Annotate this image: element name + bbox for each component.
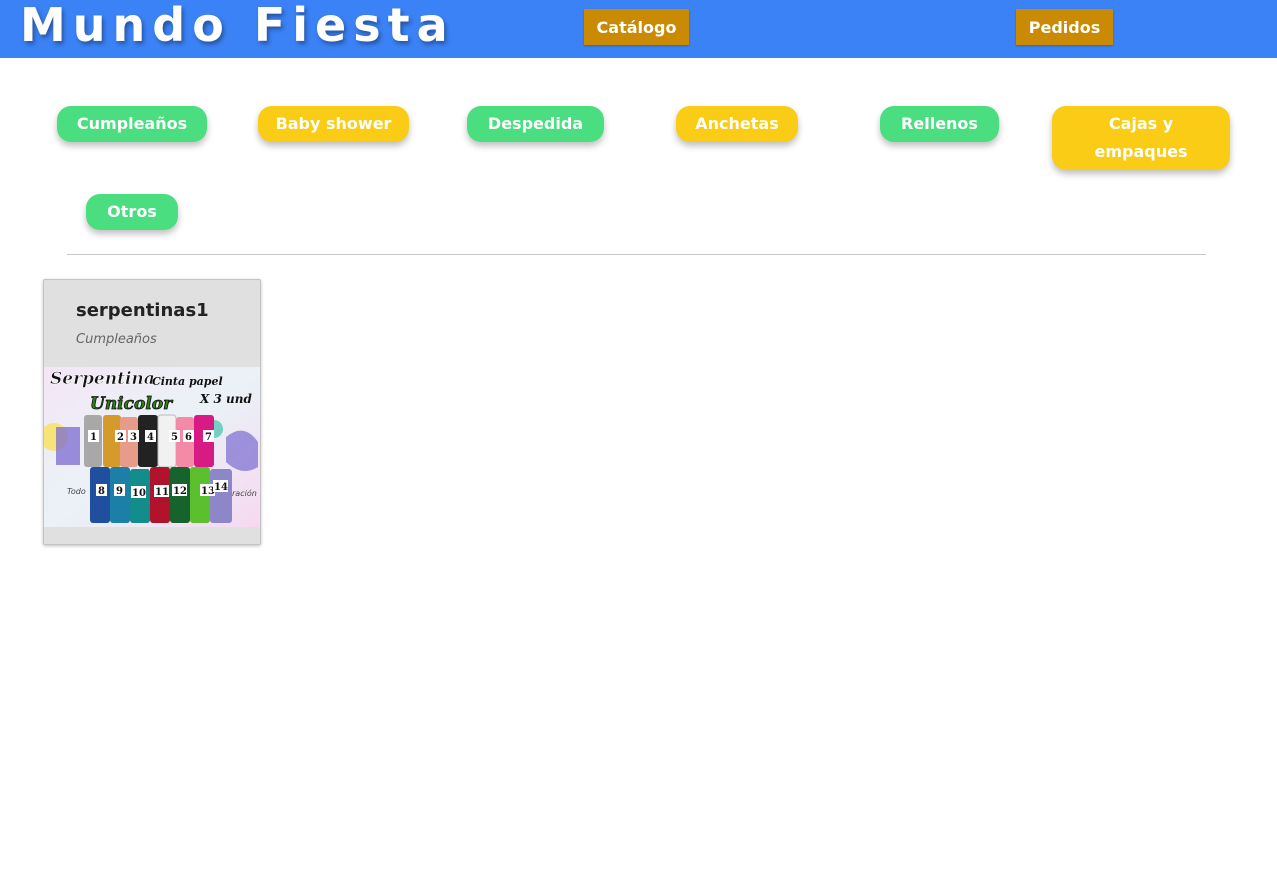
roll-number: 10 [132, 488, 146, 499]
category-button-otros[interactable]: Otros [86, 194, 178, 230]
roll-number: 5 [171, 432, 178, 443]
category-button-rellenos[interactable]: Rellenos [880, 106, 999, 142]
category-button-anchetas[interactable]: Anchetas [676, 106, 798, 142]
product-category: Cumpleaños [76, 332, 157, 347]
orders-nav-button[interactable]: Pedidos [1016, 9, 1113, 45]
product-image: Serpentina Cinta papel Unicolor X 3 und [44, 367, 260, 527]
product-name: serpentinas1 [76, 300, 209, 321]
category-button-despedida[interactable]: Despedida [467, 106, 604, 142]
image-text-line1: Serpentina [50, 369, 155, 389]
roll-number: 8 [98, 486, 105, 497]
roll-number: 12 [173, 486, 187, 497]
roll-number: 4 [147, 432, 154, 443]
image-text-line2: Unicolor [90, 394, 173, 414]
category-button-cajas-y-empaques[interactable]: Cajas y empaques [1052, 106, 1230, 170]
brand-logo[interactable]: Mundo Fiesta [20, 0, 455, 52]
image-text-line2b: X 3 und [199, 392, 252, 406]
category-button-baby-shower[interactable]: Baby shower [258, 106, 409, 142]
roll-number: 13 [201, 486, 215, 497]
image-side-text-right: ración [232, 488, 257, 498]
image-side-text-left: Todo [67, 487, 86, 496]
section-divider [67, 254, 1206, 255]
roll-number: 14 [214, 482, 228, 493]
top-header: Mundo Fiesta Catálogo Pedidos [0, 0, 1277, 58]
roll-number: 9 [116, 486, 123, 497]
roll-number: 2 [117, 432, 124, 443]
roll-number: 3 [130, 432, 137, 443]
image-text-line1b: Cinta papel [152, 375, 223, 388]
product-card[interactable]: serpentinas1 Cumpleaños Serpentina Cinta… [43, 279, 261, 545]
catalog-nav-button[interactable]: Catálogo [584, 9, 689, 45]
category-button-cumpleanos[interactable]: Cumpleaños [57, 106, 207, 142]
roll-number: 6 [185, 432, 192, 443]
roll-number: 7 [205, 432, 212, 443]
roll-number: 1 [90, 432, 97, 443]
roll-number: 11 [155, 487, 169, 498]
